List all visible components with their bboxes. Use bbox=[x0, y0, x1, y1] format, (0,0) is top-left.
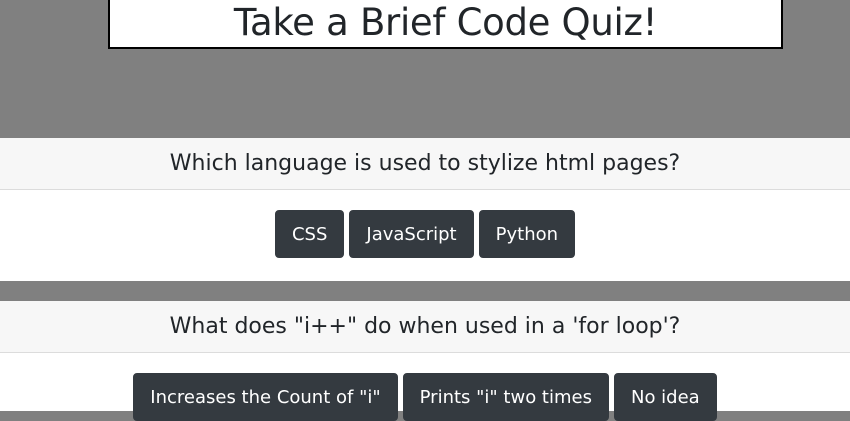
question-card-2: What does "i++" do when used in a 'for l… bbox=[0, 301, 850, 421]
answer-button-javascript[interactable]: JavaScript bbox=[349, 210, 474, 258]
answer-button-no-idea[interactable]: No idea bbox=[613, 373, 717, 421]
question-text-2: What does "i++" do when used in a 'for l… bbox=[169, 314, 681, 339]
question-header-1: Which language is used to stylize html p… bbox=[0, 138, 850, 190]
answer-options-1: CSS JavaScript Python bbox=[0, 190, 850, 258]
answer-button-css[interactable]: CSS bbox=[274, 210, 345, 258]
quiz-title-box: Take a Brief Code Quiz! bbox=[108, 0, 783, 49]
answer-button-prints-two-times[interactable]: Prints "i" two times bbox=[402, 373, 609, 421]
question-text-1: Which language is used to stylize html p… bbox=[169, 151, 681, 176]
question-card-1: Which language is used to stylize html p… bbox=[0, 138, 850, 281]
answer-button-python[interactable]: Python bbox=[478, 210, 576, 258]
question-header-2: What does "i++" do when used in a 'for l… bbox=[0, 301, 850, 353]
page-title: Take a Brief Code Quiz! bbox=[233, 1, 658, 44]
answer-button-increases-count[interactable]: Increases the Count of "i" bbox=[133, 373, 398, 421]
